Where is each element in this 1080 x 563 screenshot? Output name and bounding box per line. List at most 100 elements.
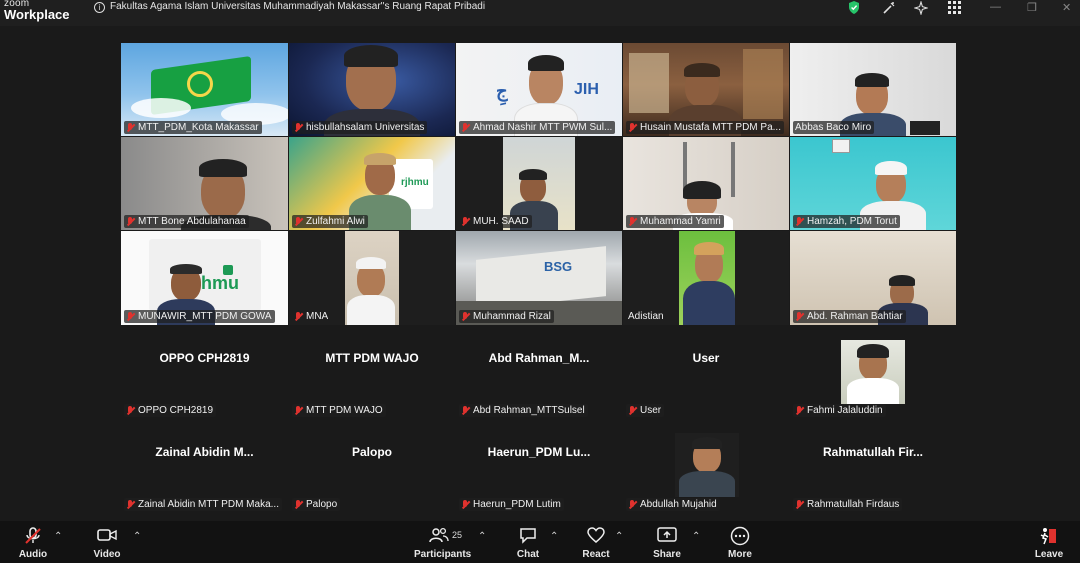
participant-label: hisbullahsalam Universitas <box>292 121 428 134</box>
participants-label: Participants <box>414 549 472 560</box>
mic-muted-icon <box>294 311 303 322</box>
share-label: Share <box>653 549 681 560</box>
chevron-up-icon[interactable]: ⌃ <box>692 531 700 542</box>
audio-button[interactable]: Audio <box>8 526 58 560</box>
react-label: React <box>582 549 610 560</box>
video-tile[interactable]: rjhmu Zulfahmi Alwi <box>289 137 455 230</box>
participant-label: Fahmi Jalaluddin <box>793 404 886 417</box>
name-tile[interactable]: Abd Rahman_M... Abd Rahman_MTTSulsel <box>456 326 622 419</box>
mic-muted-icon <box>126 405 135 416</box>
meeting-toolbar: Audio ⌃ Video ⌃ Participants 25 ⌃ Chat ⌃ <box>0 521 1080 563</box>
display-name: OPPO CPH2819 <box>159 351 250 365</box>
display-name: MTT PDM WAJO <box>325 351 419 365</box>
display-name: Haerun_PDM Lu... <box>487 445 591 459</box>
participant-name: Palopo <box>306 499 338 510</box>
name-tile[interactable]: Fahmi Jalaluddin <box>790 326 956 419</box>
name-tile[interactable]: User User <box>623 326 789 419</box>
mic-muted-icon <box>795 216 804 227</box>
mic-muted-icon <box>628 216 637 227</box>
participant-label: MUH. SAAD <box>459 215 532 228</box>
video-tile[interactable]: Abbas Baco Miro <box>790 43 956 136</box>
video-tile[interactable]: Hamzah, PDM Torut <box>790 137 956 230</box>
share-screen-icon <box>642 526 692 548</box>
participant-name: MUH. SAAD <box>473 216 529 227</box>
participant-name: Muhammad Yamri <box>640 216 721 227</box>
participant-label: Muhammad Rizal <box>459 310 554 323</box>
leave-icon <box>1024 526 1074 548</box>
participant-label: MUNAWIR_MTT PDM GOWA <box>124 310 275 323</box>
display-name: Zainal Abidin M... <box>155 445 254 459</box>
video-tile[interactable]: MTT_PDM_Kota Makassar <box>121 43 288 136</box>
info-icon[interactable]: i <box>94 2 105 13</box>
grid-icon[interactable] <box>947 1 961 15</box>
chat-label: Chat <box>516 549 540 560</box>
display-name: Abd Rahman_M... <box>488 351 590 365</box>
chevron-up-icon[interactable]: ⌃ <box>550 531 558 542</box>
video-tile[interactable]: MNA <box>289 231 455 325</box>
video-tile[interactable]: جِ JIH Ahmad Nashir MTT PWM Sul... <box>456 43 622 136</box>
shield-icon[interactable] <box>847 1 861 15</box>
participant-name: Haerun_PDM Lutim <box>473 499 561 510</box>
video-tile[interactable]: Muhammad Yamri <box>623 137 789 230</box>
participant-name: Abbas Baco Miro <box>795 122 872 133</box>
display-name: Rahmatullah Fir... <box>822 445 924 459</box>
video-label: Video <box>93 549 121 560</box>
video-tile[interactable]: Abd. Rahman Bahtiar <box>790 231 956 325</box>
more-button[interactable]: More <box>715 526 765 560</box>
leave-button[interactable]: Leave <box>1024 526 1074 560</box>
video-camera-icon <box>82 526 132 548</box>
mic-muted-icon <box>294 216 303 227</box>
video-tile[interactable]: hmu MUNAWIR_MTT PDM GOWA <box>121 231 288 325</box>
close-icon[interactable]: ✕ <box>1062 1 1071 14</box>
name-tile[interactable]: Abdullah Mujahid <box>623 420 789 513</box>
name-tile[interactable]: OPPO CPH2819 OPPO CPH2819 <box>121 326 288 419</box>
chevron-up-icon[interactable]: ⌃ <box>615 531 623 542</box>
participant-name: Husain Mustafa MTT PDM Pa... <box>640 122 781 133</box>
participant-name: MTT_PDM_Kota Makassar <box>138 122 259 133</box>
participant-label: Husain Mustafa MTT PDM Pa... <box>626 121 784 134</box>
name-tile[interactable]: MTT PDM WAJO MTT PDM WAJO <box>289 326 455 419</box>
mic-muted-icon <box>795 499 804 510</box>
chat-button[interactable]: Chat <box>503 526 553 560</box>
chevron-up-icon[interactable]: ⌃ <box>478 531 486 542</box>
mic-muted-icon <box>8 526 58 548</box>
video-tile-active-speaker[interactable]: Adistian <box>623 231 789 325</box>
participant-name: hisbullahsalam Universitas <box>306 122 425 133</box>
participant-name: MTT PDM WAJO <box>306 405 383 416</box>
video-tile[interactable]: hisbullahsalam Universitas <box>289 43 455 136</box>
chevron-up-icon[interactable]: ⌃ <box>54 531 62 542</box>
participant-label: Adistian <box>626 310 667 323</box>
mic-muted-icon <box>795 405 804 416</box>
participant-label: User <box>626 404 665 417</box>
participant-name: Adistian <box>628 311 664 322</box>
participant-name: Rahmatullah Firdaus <box>807 499 900 510</box>
participant-name: Abd Rahman_MTTSulsel <box>473 405 585 416</box>
display-name: User <box>692 351 720 365</box>
video-tile[interactable]: Husain Mustafa MTT PDM Pa... <box>623 43 789 136</box>
participant-label: Haerun_PDM Lutim <box>459 498 564 511</box>
apps-icon[interactable] <box>913 0 929 16</box>
annotate-icon[interactable] <box>882 1 896 15</box>
video-tile[interactable]: BSG Muhammad Rizal <box>456 231 622 325</box>
video-button[interactable]: Video <box>82 526 132 560</box>
minimize-icon[interactable]: — <box>990 1 1001 13</box>
mic-muted-icon <box>628 405 637 416</box>
video-tile[interactable]: MUH. SAAD <box>456 137 622 230</box>
participant-label: Abd. Rahman Bahtiar <box>793 310 906 323</box>
share-button[interactable]: Share <box>642 526 692 560</box>
restore-icon[interactable]: ❐ <box>1027 1 1037 14</box>
logo-workplace: Workplace <box>4 7 70 22</box>
leave-label: Leave <box>1034 549 1064 560</box>
mic-muted-icon <box>461 311 470 322</box>
name-tile[interactable]: Rahmatullah Fir... Rahmatullah Firdaus <box>790 420 956 513</box>
chevron-up-icon[interactable]: ⌃ <box>133 531 141 542</box>
mic-muted-icon <box>126 216 135 227</box>
name-tile[interactable]: Palopo Palopo <box>289 420 455 513</box>
mic-muted-icon <box>628 122 637 133</box>
name-tile[interactable]: Zainal Abidin M... Zainal Abidin MTT PDM… <box>121 420 288 513</box>
mic-muted-icon <box>628 499 637 510</box>
react-button[interactable]: React <box>571 526 621 560</box>
participant-name: Fahmi Jalaluddin <box>807 405 883 416</box>
name-tile[interactable]: Haerun_PDM Lu... Haerun_PDM Lutim <box>456 420 622 513</box>
video-tile[interactable]: MTT Bone Abdulahanaa <box>121 137 288 230</box>
